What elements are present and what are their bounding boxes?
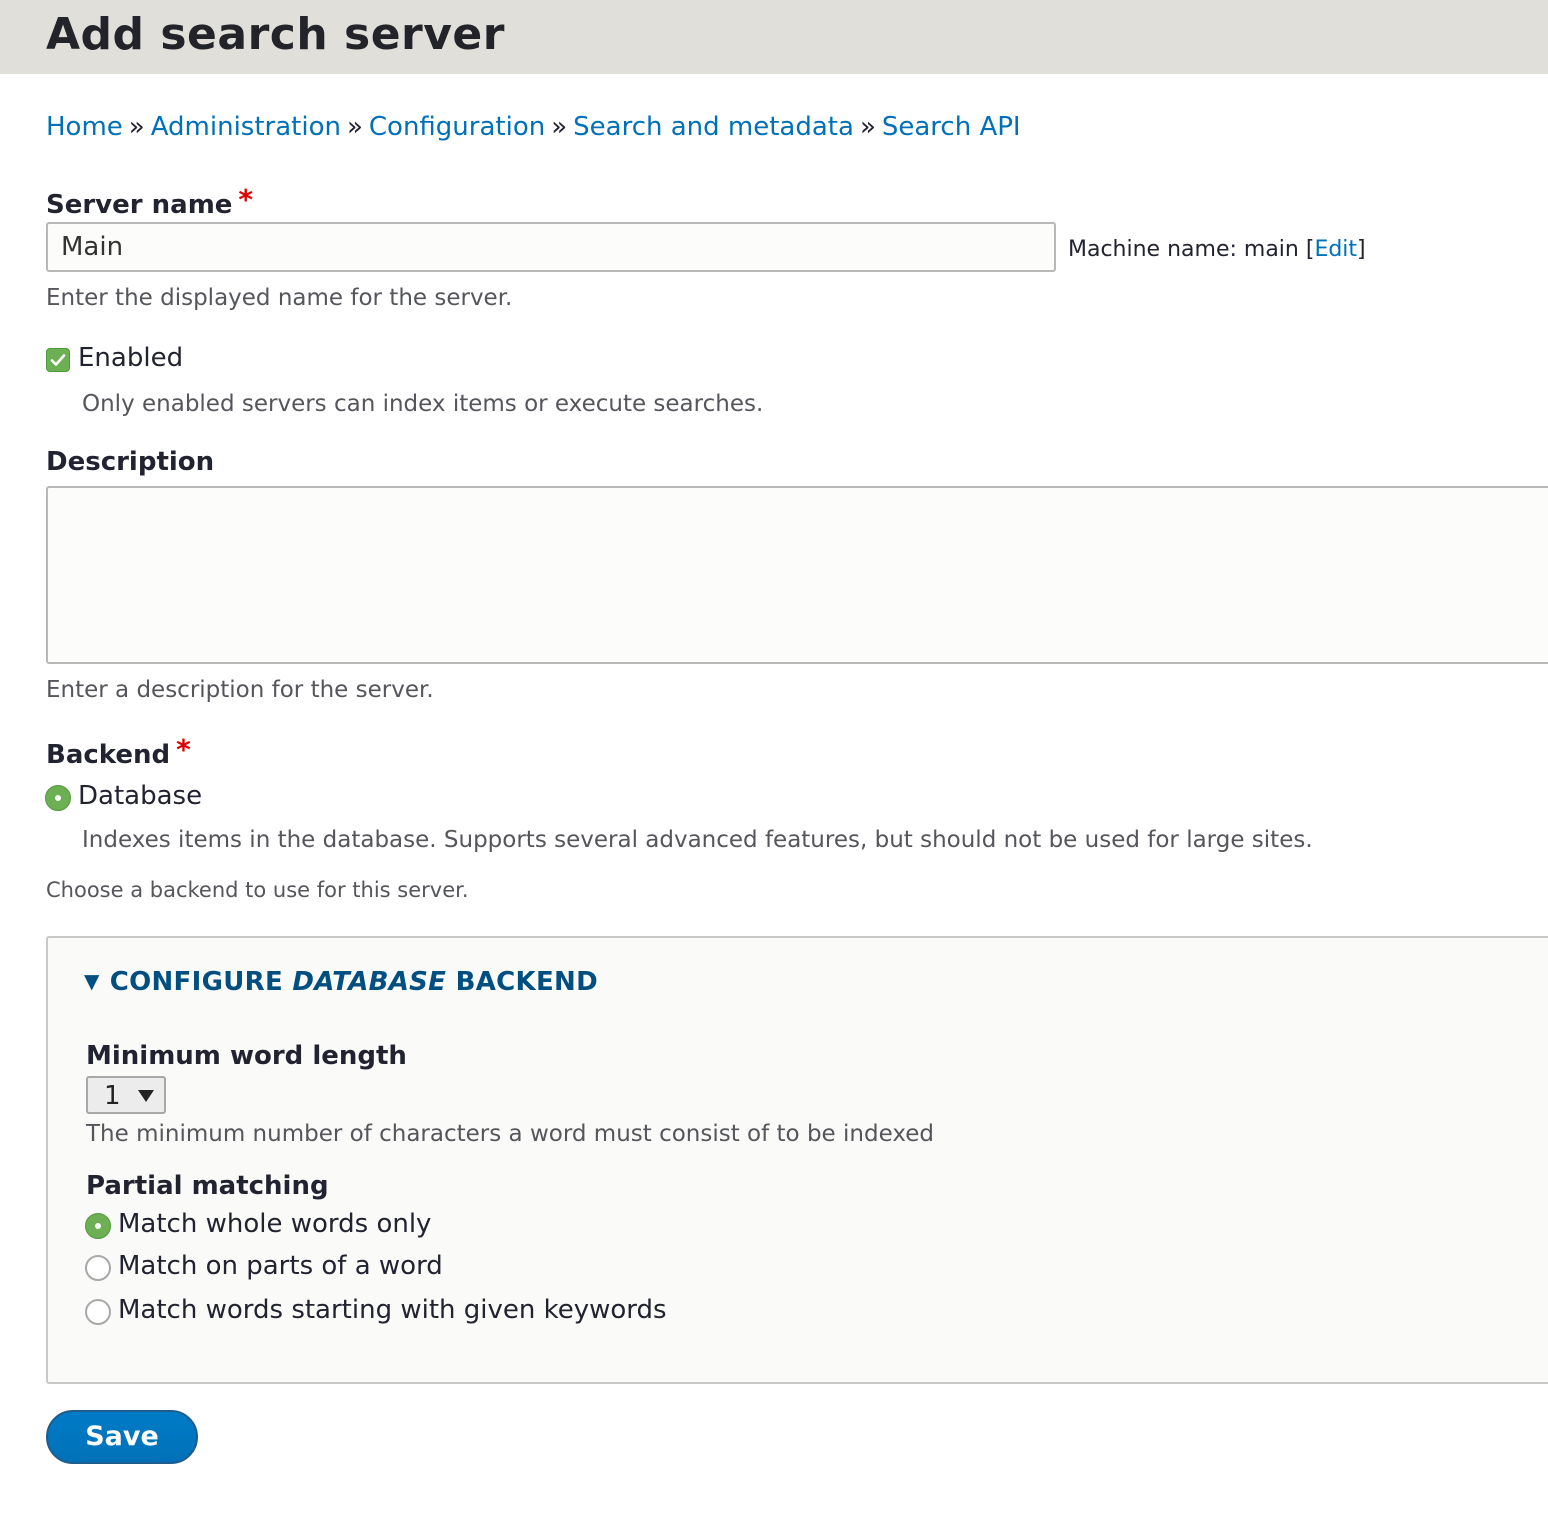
server-name-description: Enter the displayed name for the server. bbox=[46, 285, 513, 311]
machine-name-prefix: Machine name: main [ bbox=[1068, 237, 1315, 262]
partial-matching-option-starting[interactable]: Match words starting with given keywords bbox=[118, 1294, 667, 1326]
page-title: Add search server bbox=[46, 9, 505, 60]
partial-matching-label: Partial matching bbox=[86, 1171, 329, 1201]
server-name-input[interactable] bbox=[46, 222, 1056, 272]
enabled-checkbox[interactable] bbox=[46, 348, 70, 372]
configure-backend-toggle[interactable]: ▼ CONFIGURE DATABASE BACKEND bbox=[84, 964, 598, 999]
backend-label: Backend * bbox=[46, 734, 191, 771]
breadcrumb-administration[interactable]: Administration bbox=[151, 112, 341, 142]
min-word-length-label: Minimum word length bbox=[86, 1041, 407, 1071]
description-help: Enter a description for the server. bbox=[46, 677, 434, 703]
min-word-length-value: 1 bbox=[104, 1081, 121, 1111]
server-name-label-text: Server name bbox=[46, 190, 233, 220]
enabled-description: Only enabled servers can index items or … bbox=[82, 391, 764, 417]
partial-matching-radio-whole-words[interactable] bbox=[85, 1213, 111, 1239]
breadcrumb-separator: » bbox=[859, 112, 876, 142]
breadcrumb-search-api[interactable]: Search API bbox=[882, 112, 1021, 142]
breadcrumb-separator: » bbox=[128, 112, 145, 142]
enabled-label[interactable]: Enabled bbox=[78, 342, 183, 374]
page-header: Add search server bbox=[0, 0, 1548, 74]
summary-emphasis: DATABASE bbox=[292, 967, 447, 997]
backend-database-description: Indexes items in the database. Supports … bbox=[82, 827, 1313, 853]
backend-database-radio[interactable] bbox=[45, 785, 71, 811]
min-word-length-select[interactable]: 1 bbox=[86, 1076, 166, 1114]
machine-name: Machine name: main [Edit] bbox=[1068, 236, 1366, 264]
backend-database-label[interactable]: Database bbox=[78, 780, 202, 812]
summary-suffix: BACKEND bbox=[446, 967, 598, 997]
server-name-label: Server name * bbox=[46, 184, 253, 221]
breadcrumb: Home» Administration» Configuration» Search… bbox=[46, 110, 1021, 144]
min-word-length-description: The minimum number of characters a word … bbox=[86, 1121, 934, 1147]
description-label: Description bbox=[46, 447, 215, 477]
partial-matching-option-parts[interactable]: Match on parts of a word bbox=[118, 1250, 443, 1282]
required-marker: * bbox=[238, 183, 254, 216]
partial-matching-radio-starting[interactable] bbox=[85, 1299, 111, 1325]
checkmark-icon bbox=[50, 354, 66, 366]
backend-label-text: Backend bbox=[46, 740, 171, 770]
machine-name-edit-link[interactable]: Edit bbox=[1314, 237, 1357, 262]
machine-name-suffix: ] bbox=[1357, 237, 1366, 262]
breadcrumb-home[interactable]: Home bbox=[46, 112, 123, 142]
save-button[interactable]: Save bbox=[46, 1410, 198, 1464]
description-textarea[interactable] bbox=[46, 486, 1548, 664]
partial-matching-option-whole-words[interactable]: Match whole words only bbox=[118, 1208, 431, 1240]
summary-prefix: CONFIGURE bbox=[109, 967, 293, 997]
breadcrumb-separator: » bbox=[551, 112, 568, 142]
backend-help: Choose a backend to use for this server. bbox=[46, 878, 469, 902]
breadcrumb-configuration[interactable]: Configuration bbox=[369, 112, 545, 142]
triangle-down-icon: ▼ bbox=[84, 969, 100, 993]
breadcrumb-search-and-metadata[interactable]: Search and metadata bbox=[573, 112, 854, 142]
required-marker: * bbox=[176, 733, 191, 766]
partial-matching-radio-parts[interactable] bbox=[85, 1255, 111, 1281]
chevron-down-icon bbox=[138, 1090, 154, 1102]
breadcrumb-separator: » bbox=[346, 112, 363, 142]
